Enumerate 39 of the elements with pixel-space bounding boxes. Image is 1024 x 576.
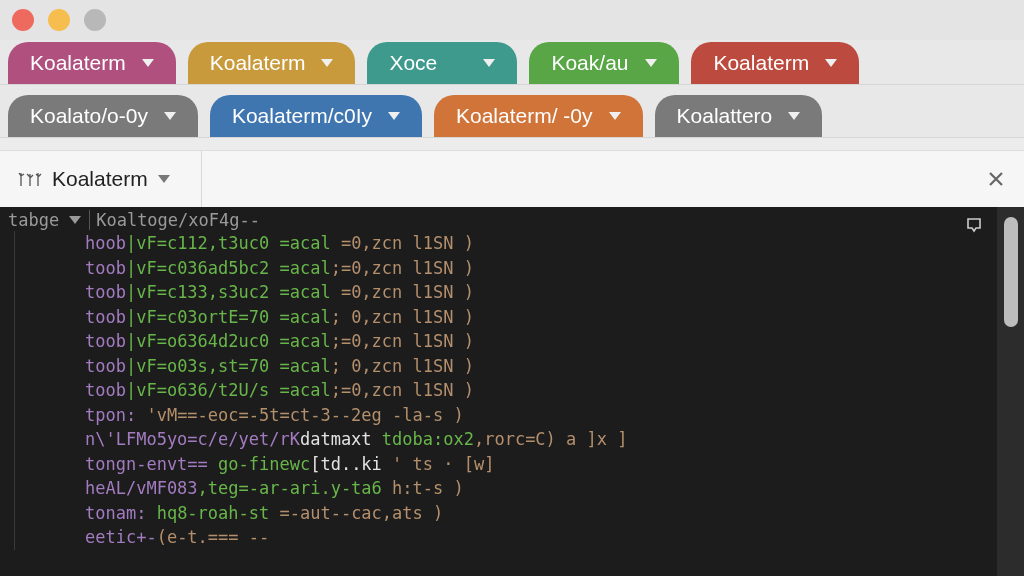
- caret-icon: [157, 175, 170, 183]
- tab[interactable]: Koak/au: [529, 42, 680, 84]
- tab[interactable]: Koalaterm: [187, 42, 356, 84]
- caret-icon: [608, 112, 621, 120]
- terminal-line: toob|vF=o6364d2uc0 =acal;=0,zcn l1SN ): [85, 330, 475, 353]
- caret-icon: [483, 59, 496, 67]
- terminal-line: hoob|vF=c112,t3uc0 =acal =0,zcn l1SN ): [85, 232, 475, 255]
- terminal-menu[interactable]: tabge: [8, 210, 91, 230]
- sprout-icon: [18, 171, 42, 187]
- tab[interactable]: Koalaterm: [8, 42, 176, 84]
- caret-icon: [788, 112, 801, 120]
- caret-icon: [388, 112, 400, 120]
- tab[interactable]: Koalaterm: [691, 42, 860, 84]
- caret-icon: [141, 59, 154, 67]
- terminal-line: heAL/vMF083,teg=-ar-ari.y-ta6 h:t-s ): [85, 477, 465, 500]
- terminal-line: tongn-envt== go-finewc[td..ki ' ts · [w]: [85, 452, 496, 476]
- close-icon: [988, 171, 1004, 187]
- window-control[interactable]: [12, 9, 34, 31]
- terminal-line: toob|vF=o03s,st=70 =acal; 0,zcn l1SN ): [85, 354, 475, 378]
- terminal-line: eetic+-(e-t.=== --: [85, 526, 271, 549]
- terminal-line: toob|vF=o636/t2U/s =acal;=0,zcn l1SN ): [85, 379, 475, 402]
- caret-icon: [321, 59, 334, 67]
- caret-icon: [69, 216, 82, 224]
- terminal-line: tpon: 'vM==-eoc=-5t=ct-3--2eg -la-s ): [85, 403, 465, 427]
- tab[interactable]: Koalato/o-0y: [8, 95, 198, 137]
- scrollbar[interactable]: [997, 207, 1024, 576]
- tab[interactable]: Koalaterm/ -0y: [434, 95, 643, 137]
- caret-icon: [825, 59, 838, 67]
- tab[interactable]: Koalaterm/c0Iy: [209, 95, 422, 137]
- terminal-line: toob|vF=c03ortE=70 =acal; 0,zcn l1SN ): [85, 305, 475, 329]
- terminal-line: n\'LFMo5yo=c/e/yet/rKdatmaxt tdoba:ox2,rorc=C) a ]x ]: [85, 428, 629, 451]
- tab[interactable]: Koalattero: [654, 95, 823, 137]
- terminal-line: toob|vF=c133,s3uc2 =acal =0,zcn l1SN ): [85, 281, 475, 304]
- tab[interactable]: Xoce: [367, 42, 518, 84]
- terminal-line: tonam: hq8-roah-st =-aut--cac,ats ): [85, 501, 445, 525]
- caret-icon: [645, 59, 658, 67]
- terminal-path: Koaltoge/xoF4g--: [95, 210, 260, 230]
- caret-icon: [163, 112, 176, 120]
- terminal-line: toob|vF=c036ad5bc2 =acal;=0,zcn l1SN ): [85, 256, 475, 280]
